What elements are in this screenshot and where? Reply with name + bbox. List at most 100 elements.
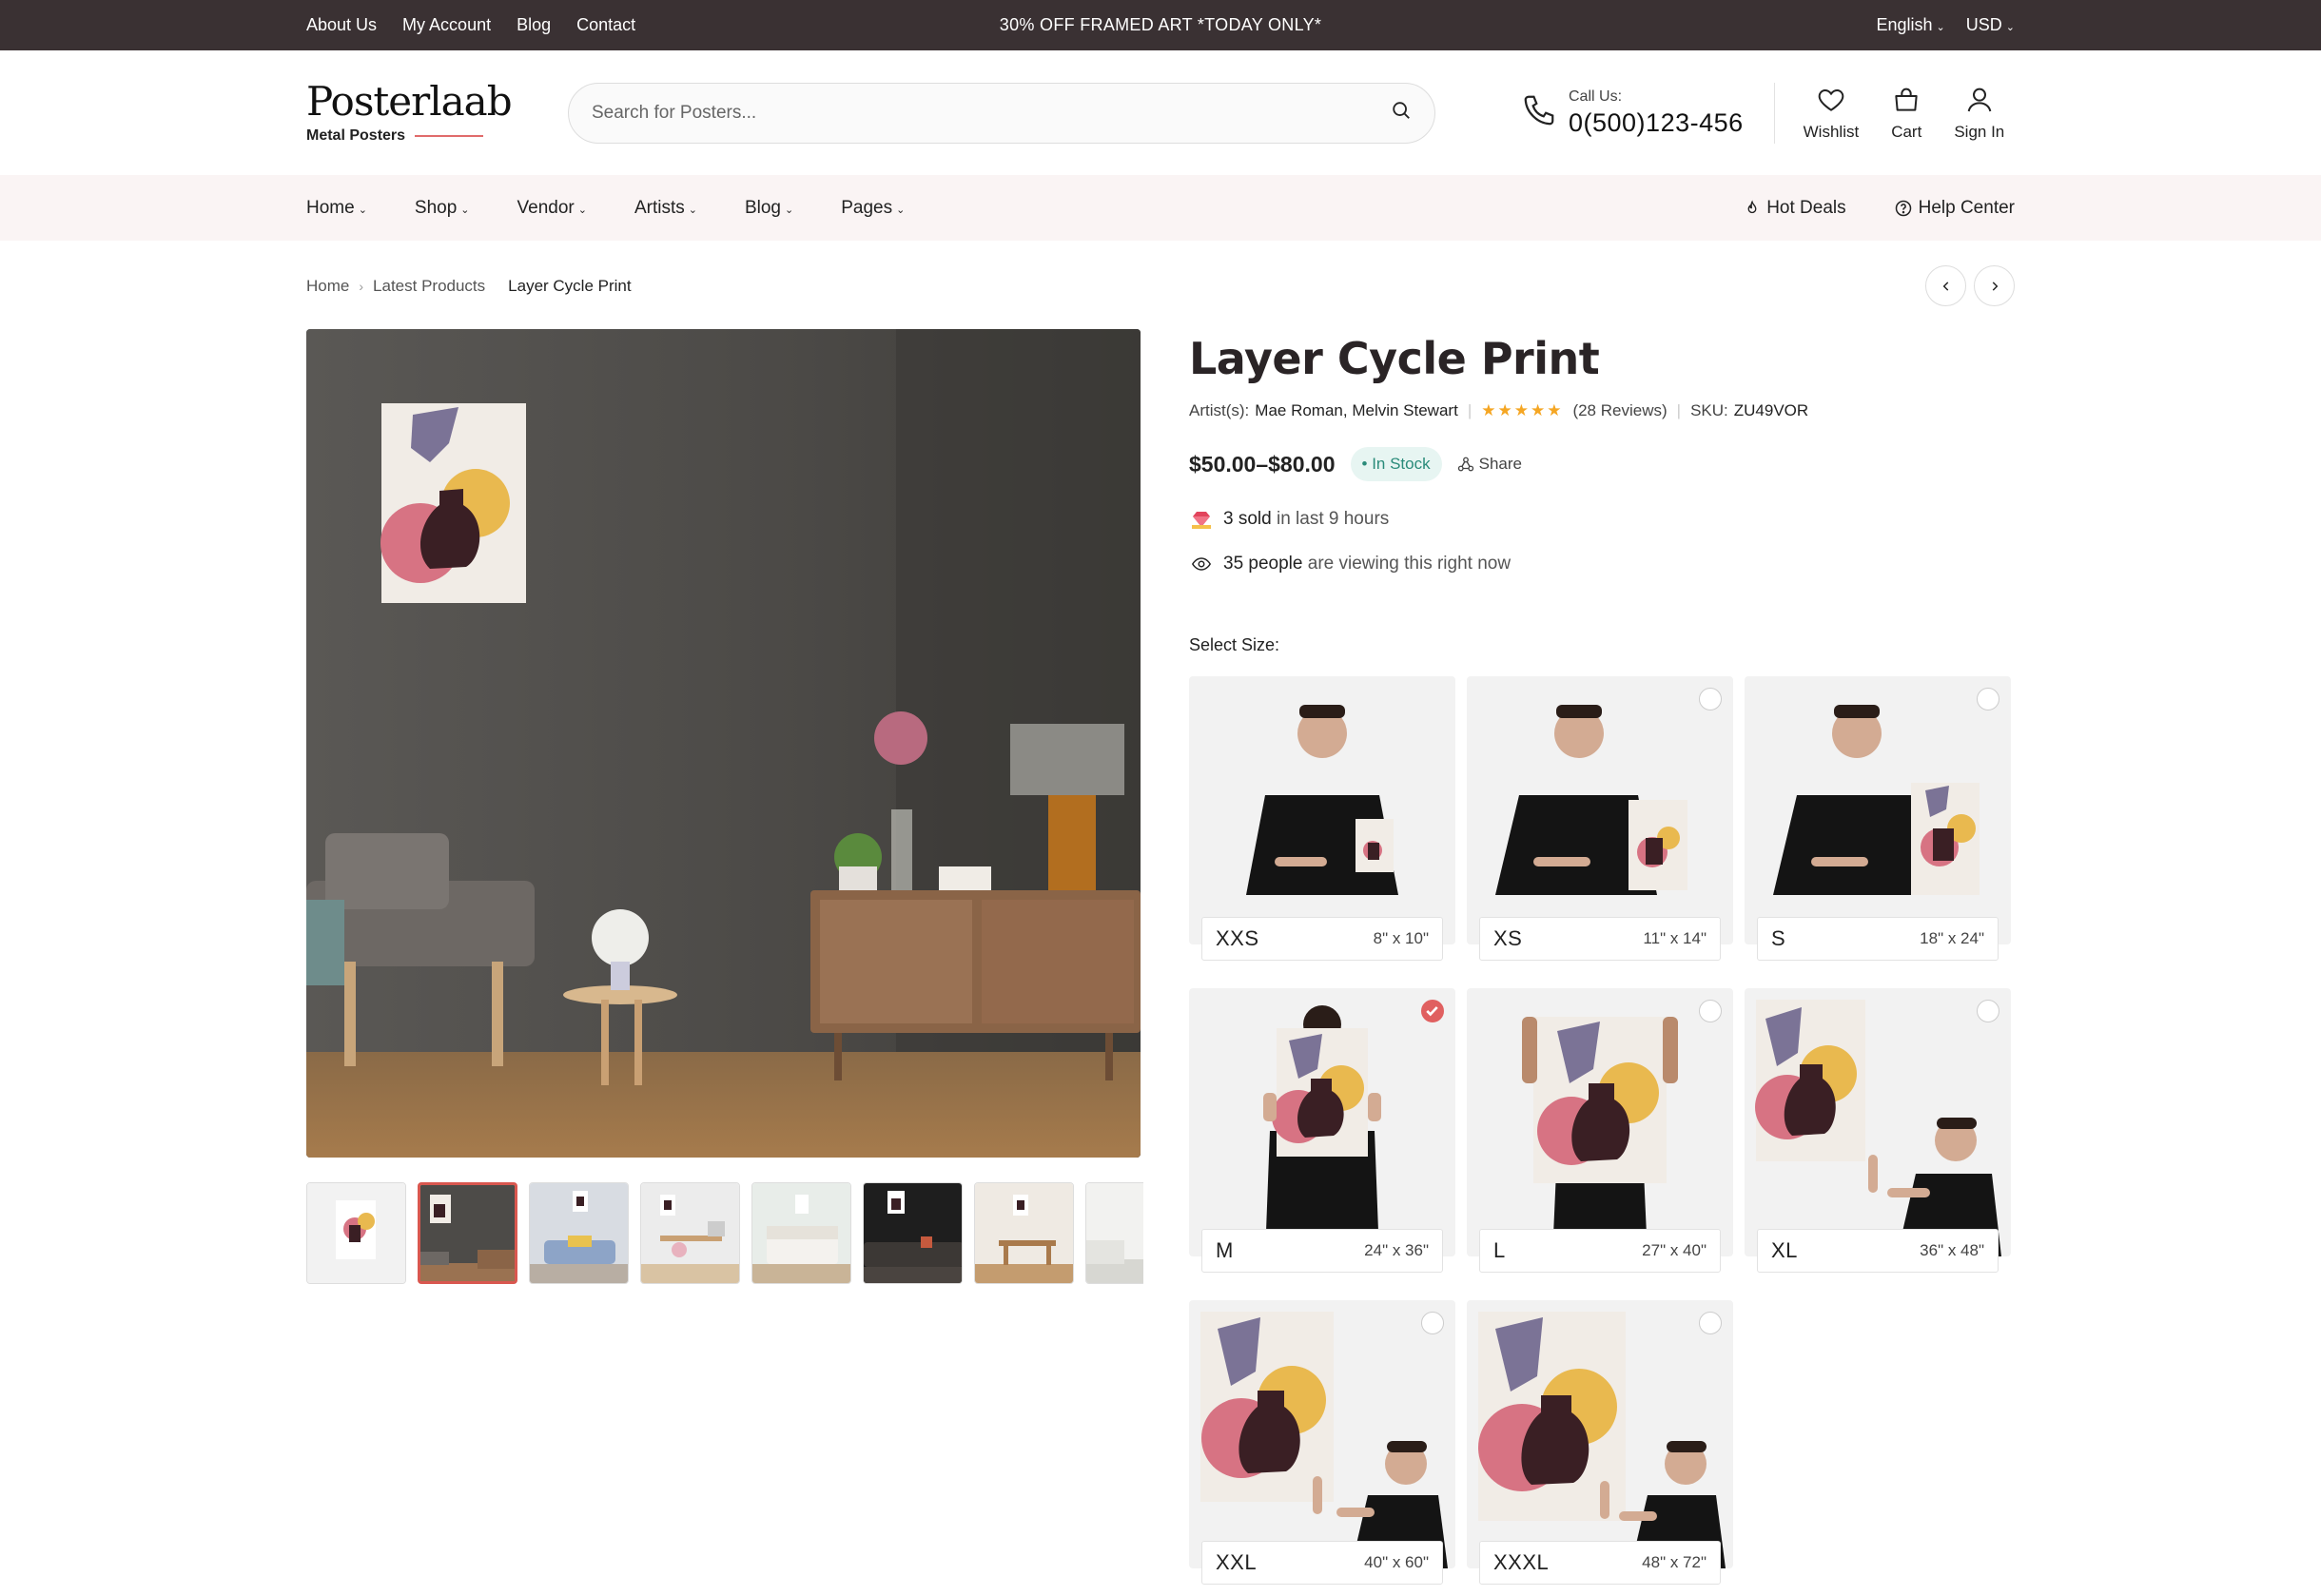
top-link-account[interactable]: My Account xyxy=(402,15,491,35)
size-label-box: L 27" x 40" xyxy=(1479,1229,1721,1273)
sold-info: 3 sold in last 9 hours xyxy=(1189,508,2015,531)
breadcrumb-latest-products[interactable]: Latest Products xyxy=(373,277,485,296)
size-label-box: XXXL 48" x 72" xyxy=(1479,1541,1721,1585)
thumbnail-strip xyxy=(306,1182,1143,1284)
next-product-button[interactable] xyxy=(1974,265,2015,306)
nav-item-home[interactable]: Home ⌄ xyxy=(306,198,367,219)
size-dimensions: 48" x 72" xyxy=(1642,1553,1707,1571)
gem-icon xyxy=(1192,512,1211,529)
chevron-left-icon xyxy=(1942,281,1948,291)
size-radio[interactable] xyxy=(1699,1000,1722,1022)
thumbnail-6[interactable] xyxy=(863,1182,963,1284)
divider: | xyxy=(1467,401,1473,419)
size-label-box: XL 36" x 48" xyxy=(1757,1229,1999,1273)
nav-item-vendor[interactable]: Vendor ⌄ xyxy=(517,198,587,219)
nav-item-artists[interactable]: Artists ⌄ xyxy=(634,198,697,219)
search-bar xyxy=(568,82,1435,144)
chevron-down-icon: ⌄ xyxy=(358,204,367,216)
size-option-m[interactable]: M 24" x 36" xyxy=(1189,988,1455,1273)
thumbnail-5[interactable] xyxy=(751,1182,851,1284)
size-radio[interactable] xyxy=(1421,1312,1444,1334)
chevron-down-icon: ⌄ xyxy=(896,204,906,216)
phone-number[interactable]: 0(500)123-456 xyxy=(1569,108,1744,138)
chevron-down-icon: ⌄ xyxy=(688,204,697,216)
cart-label: Cart xyxy=(1891,122,1922,141)
breadcrumb-current: Layer Cycle Print xyxy=(508,276,632,295)
select-size-label: Select Size: xyxy=(1189,635,1280,654)
viewers-info: 35 people are viewing this right now xyxy=(1189,554,2015,574)
breadcrumb-home[interactable]: Home xyxy=(306,277,349,296)
product-gallery xyxy=(306,329,1143,1284)
nav-item-pages[interactable]: Pages ⌄ xyxy=(841,198,905,219)
size-option-xxxl[interactable]: XXXL 48" x 72" xyxy=(1467,1300,1733,1585)
search-icon[interactable] xyxy=(1391,100,1412,126)
wishlist-button[interactable]: Wishlist xyxy=(1803,85,1860,142)
reviews-count[interactable]: (28 Reviews) xyxy=(1572,401,1667,420)
size-option-s[interactable]: S 18" x 24" xyxy=(1745,676,2011,961)
thumbnail-4[interactable] xyxy=(640,1182,740,1284)
help-center-link[interactable]: Help Center xyxy=(1894,198,2015,219)
top-link-blog[interactable]: Blog xyxy=(517,15,551,35)
cart-button[interactable]: Cart xyxy=(1891,85,1921,142)
search-input[interactable] xyxy=(592,102,1391,124)
thumbnail-3[interactable] xyxy=(529,1182,629,1284)
nav-label: Home xyxy=(306,197,355,218)
top-link-contact[interactable]: Contact xyxy=(576,15,635,35)
sku-label: SKU: xyxy=(1690,401,1728,419)
size-option-l[interactable]: L 27" x 40" xyxy=(1467,988,1733,1273)
size-name: XXS xyxy=(1216,926,1259,950)
size-preview-image xyxy=(1745,988,2011,1256)
size-radio[interactable] xyxy=(1977,1000,1999,1022)
share-icon xyxy=(1457,457,1473,472)
size-grid: XXS 8" x 10" XS 11" x 14" S 18" x 24" M … xyxy=(1189,676,2015,1585)
thumbnail-1[interactable] xyxy=(306,1182,406,1284)
sign-in-label: Sign In xyxy=(1954,122,2005,141)
size-preview-image xyxy=(1189,988,1455,1256)
breadcrumb-row: Home › Latest Products Layer Cycle Print xyxy=(0,241,2321,331)
size-radio[interactable] xyxy=(1699,688,1722,710)
user-icon xyxy=(1967,88,1992,111)
share-label: Share xyxy=(1478,455,1522,473)
prev-product-button[interactable] xyxy=(1925,265,1966,306)
product-main: Layer Cycle Print Artist(s): Mae Roman, … xyxy=(306,329,2015,1596)
language-select[interactable]: English ⌄ xyxy=(1877,15,1945,35)
size-preview-image xyxy=(1189,676,1455,944)
check-icon xyxy=(1426,1006,1438,1017)
hot-deals-link[interactable]: Hot Deals xyxy=(1744,197,1846,219)
share-button[interactable]: Share xyxy=(1457,455,1522,474)
call-label: Call Us: xyxy=(1569,88,1623,105)
nav-label: Pages xyxy=(841,197,893,218)
size-radio[interactable] xyxy=(1699,1312,1722,1334)
currency-select[interactable]: USD ⌄ xyxy=(1966,15,2015,35)
main-product-image[interactable] xyxy=(306,329,1141,1158)
sign-in-button[interactable]: Sign In xyxy=(1954,85,2004,142)
size-label-box: XXS 8" x 10" xyxy=(1201,917,1443,961)
logo[interactable]: Posterlaab Metal Posters xyxy=(306,81,568,145)
size-radio[interactable] xyxy=(1977,688,1999,710)
hot-deals-label: Hot Deals xyxy=(1766,197,1846,218)
size-option-xl[interactable]: XL 36" x 48" xyxy=(1745,988,2011,1273)
rating-stars: ★★★★★ xyxy=(1481,401,1564,419)
language-label: English xyxy=(1876,15,1933,34)
artists-names[interactable]: Mae Roman, Melvin Stewart xyxy=(1255,401,1458,420)
phone-icon xyxy=(1521,92,1557,133)
thumbnail-2[interactable] xyxy=(418,1182,517,1284)
thumbnail-7[interactable] xyxy=(974,1182,1074,1284)
wishlist-label: Wishlist xyxy=(1803,122,1860,141)
size-option-xxl[interactable]: XXL 40" x 60" xyxy=(1189,1300,1455,1585)
top-link-about[interactable]: About Us xyxy=(306,15,377,35)
product-title: Layer Cycle Print xyxy=(1189,333,1600,384)
size-radio-selected[interactable] xyxy=(1421,1000,1444,1022)
size-option-xxs[interactable]: XXS 8" x 10" xyxy=(1189,676,1455,961)
nav-item-blog[interactable]: Blog ⌄ xyxy=(745,198,793,219)
size-name: XXXL xyxy=(1493,1550,1550,1574)
chevron-down-icon: ⌄ xyxy=(2005,22,2015,33)
thumbnail-8[interactable] xyxy=(1085,1182,1143,1284)
size-preview-image xyxy=(1189,1300,1455,1568)
divider: | xyxy=(1676,401,1682,419)
nav-label: Artists xyxy=(634,197,685,218)
nav-item-shop[interactable]: Shop ⌄ xyxy=(415,198,470,219)
chevron-down-icon: ⌄ xyxy=(784,204,794,216)
chevron-right-icon: › xyxy=(359,278,364,294)
size-option-xs[interactable]: XS 11" x 14" xyxy=(1467,676,1733,961)
